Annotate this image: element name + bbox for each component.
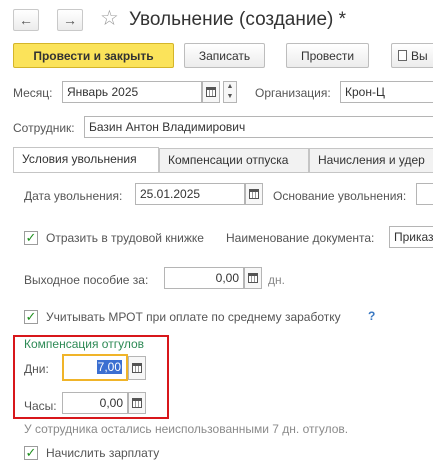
- chevron-down-icon[interactable]: ▼: [224, 92, 236, 102]
- hours-field[interactable]: 0,00: [62, 392, 128, 414]
- organization-field[interactable]: Крон-Ц: [340, 81, 433, 103]
- mrot-checkbox[interactable]: ✓: [24, 310, 38, 324]
- dismissal-basis-label: Основание увольнения:: [273, 189, 407, 203]
- workbook-checkbox-label: Отразить в трудовой книжке: [46, 231, 204, 245]
- tab-accruals[interactable]: Начисления и удер: [309, 148, 433, 172]
- post-and-close-button[interactable]: Провести и закрыть: [13, 43, 174, 68]
- dismissal-date-calendar-button[interactable]: [245, 183, 263, 205]
- dismissal-date-field[interactable]: 25.01.2025: [135, 183, 245, 205]
- severance-unit: дн.: [268, 273, 285, 287]
- hours-calculator-button[interactable]: [128, 392, 146, 414]
- checkmark-icon: ✓: [25, 230, 37, 245]
- star-icon[interactable]: ☆: [100, 8, 119, 30]
- calculate-salary-checkbox[interactable]: ✓: [24, 446, 38, 460]
- dismissal-basis-field[interactable]: [416, 183, 433, 205]
- more-button-label: Вы: [411, 48, 428, 63]
- severance-calculator-button[interactable]: [244, 267, 262, 289]
- document-name-field[interactable]: Приказ: [389, 226, 433, 248]
- help-icon[interactable]: ?: [368, 309, 375, 323]
- calendar-icon: [206, 87, 216, 97]
- month-calendar-button[interactable]: [202, 81, 220, 103]
- more-button[interactable]: Вы: [391, 43, 433, 68]
- document-icon: [398, 50, 407, 61]
- month-spinner[interactable]: ▲ ▼: [223, 81, 237, 103]
- unused-time-off-note: У сотрудника остались неиспользованными …: [24, 422, 349, 436]
- month-label: Месяц:: [13, 86, 53, 100]
- days-calculator-button[interactable]: [128, 356, 146, 380]
- calculator-icon: [132, 363, 142, 373]
- hours-label: Часы:: [24, 399, 57, 413]
- page-title: Увольнение (создание) *: [129, 9, 347, 30]
- dismissal-date-label: Дата увольнения:: [24, 189, 123, 203]
- employee-label: Сотрудник:: [13, 121, 75, 135]
- arrow-left-icon: ←: [19, 12, 33, 28]
- days-field[interactable]: 7,00: [62, 354, 128, 381]
- employee-field[interactable]: Базин Антон Владимирович: [84, 116, 433, 138]
- mrot-checkbox-label: Учитывать МРОТ при оплате по среднему за…: [46, 310, 341, 324]
- month-field[interactable]: Январь 2025: [62, 81, 202, 103]
- days-label: Дни:: [24, 362, 49, 376]
- post-button[interactable]: Провести: [286, 43, 369, 68]
- chevron-up-icon[interactable]: ▲: [224, 82, 236, 92]
- arrow-right-icon: →: [63, 12, 77, 28]
- time-off-compensation-title: Компенсация отгулов: [24, 337, 144, 351]
- days-value: 7,00: [96, 360, 122, 374]
- forward-button[interactable]: →: [57, 9, 83, 31]
- workbook-checkbox[interactable]: ✓: [24, 231, 38, 245]
- back-button[interactable]: ←: [13, 9, 39, 31]
- calendar-icon: [249, 189, 259, 199]
- calculate-salary-label: Начислить зарплату: [46, 446, 160, 460]
- calculator-icon: [132, 398, 142, 408]
- checkmark-icon: ✓: [25, 309, 37, 324]
- tab-divider: [13, 172, 433, 173]
- calculator-icon: [248, 273, 258, 283]
- checkmark-icon: ✓: [25, 445, 37, 460]
- tab-dismissal-conditions[interactable]: Условия увольнения: [13, 147, 159, 173]
- tab-vacation-compensation[interactable]: Компенсации отпуска: [159, 148, 309, 172]
- document-name-label: Наименование документа:: [226, 231, 375, 245]
- severance-field[interactable]: 0,00: [164, 267, 244, 289]
- save-button[interactable]: Записать: [184, 43, 265, 68]
- severance-label: Выходное пособие за:: [24, 273, 149, 287]
- organization-label: Организация:: [255, 86, 331, 100]
